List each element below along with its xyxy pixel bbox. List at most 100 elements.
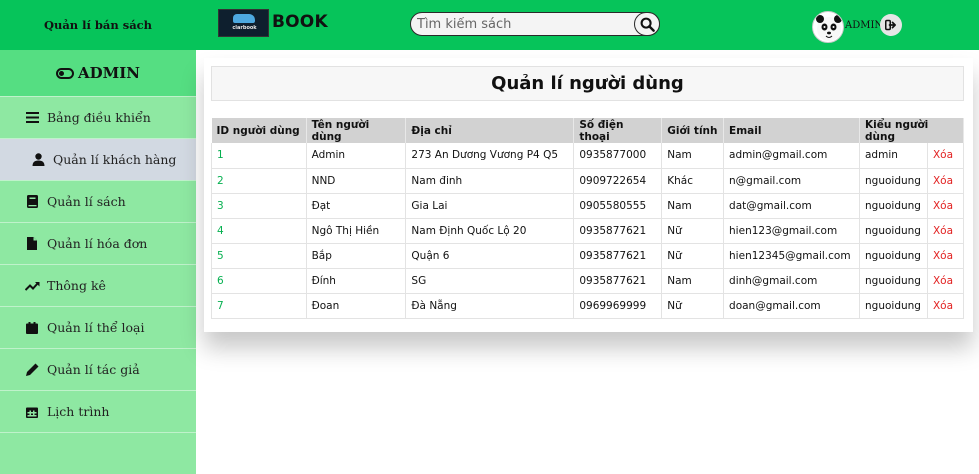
user-type: nguoidung (859, 168, 928, 194)
column-header: Giới tính (661, 118, 725, 143)
user-email: hien12345@gmail.com (723, 243, 860, 269)
sidebar-item-label: Quản lí thể loại (47, 320, 145, 335)
panda-avatar-icon (816, 15, 842, 41)
user-type: admin (859, 143, 928, 169)
user-name: Admin (306, 143, 407, 169)
logo-word[interactable]: BOOK (272, 12, 328, 32)
user-phone: 0969969999 (573, 293, 663, 319)
user-email: dat@gmail.com (723, 193, 860, 219)
delete-link[interactable]: Xóa (927, 293, 965, 319)
toggle-icon (56, 67, 74, 79)
column-header: Tên người dùng (306, 118, 407, 143)
sidebar-item-statistics[interactable]: Thông kê (0, 264, 196, 306)
table-row: 7 Đoan Đà Nẵng 0969969999 Nữ doan@gmail.… (211, 293, 965, 319)
sidebar: ADMIN Bảng điều khiển Quản lí khách hàng… (0, 50, 196, 474)
trend-up-icon (24, 278, 40, 294)
column-header: Địa chỉ (405, 118, 575, 143)
sidebar-heading-label: ADMIN (78, 64, 140, 82)
avatar[interactable] (812, 11, 844, 43)
user-gender: Nữ (661, 218, 725, 244)
main-panel: Quản lí người dùng ID người dùng Tên ngư… (204, 58, 973, 332)
user-name: Đính (306, 268, 407, 294)
user-email: admin@gmail.com (723, 143, 860, 169)
search-input[interactable] (417, 15, 627, 33)
user-email: n@gmail.com (723, 168, 860, 194)
user-phone: 0909722654 (573, 168, 663, 194)
table-row: 1 Admin 273 An Dương Vương P4 Q5 0935877… (211, 143, 965, 169)
sidebar-item-label: Thông kê (47, 278, 106, 293)
user-type: nguoidung (859, 268, 928, 294)
logout-icon (885, 19, 896, 31)
user-phone: 0935877621 (573, 268, 663, 294)
sidebar-item-invoices[interactable]: Quản lí hóa đơn (0, 222, 196, 264)
user-id: 5 (211, 243, 307, 269)
user-address: SG (405, 268, 575, 294)
search-button[interactable] (634, 12, 660, 36)
user-phone: 0935877621 (573, 218, 663, 244)
table-row: 6 Đính SG 0935877621 Nam dinh@gmail.com … (211, 268, 965, 294)
car-icon (233, 14, 255, 23)
user-id: 4 (211, 218, 307, 244)
sidebar-item-label: Quản lí tác giả (47, 362, 140, 377)
delete-link[interactable]: Xóa (927, 243, 965, 269)
user-gender: Nam (661, 268, 725, 294)
logo-image[interactable]: clarbook (218, 9, 269, 37)
user-phone: 0935877621 (573, 243, 663, 269)
user-name: Ngô Thị Hiền (306, 218, 407, 244)
sidebar-item-schedule[interactable]: Lịch trình (0, 390, 196, 432)
user-id: 7 (211, 293, 307, 319)
user-name: Bắp (306, 243, 407, 269)
user-phone: 0905580555 (573, 193, 663, 219)
sidebar-item-label: Quản lí khách hàng (53, 152, 177, 167)
column-header: Kiểu người dùng (859, 118, 964, 143)
delete-link[interactable]: Xóa (927, 168, 965, 194)
user-gender: Nữ (661, 293, 725, 319)
table-row: 5 Bắp Quận 6 0935877621 Nữ hien12345@gma… (211, 243, 965, 269)
user-address: Nam đinh (405, 168, 575, 194)
table-row: 4 Ngô Thị Hiền Nam Định Quốc Lộ 20 09358… (211, 218, 965, 244)
delete-link[interactable]: Xóa (927, 143, 965, 169)
user-address: Gia Lai (405, 193, 575, 219)
delete-link[interactable]: Xóa (927, 193, 965, 219)
user-email: doan@gmail.com (723, 293, 860, 319)
user-id: 6 (211, 268, 307, 294)
sidebar-item-label: Lịch trình (47, 404, 110, 419)
user-gender: Nam (661, 193, 725, 219)
user-gender: Khác (661, 168, 725, 194)
user-address: Quận 6 (405, 243, 575, 269)
top-bar: Quản lí bán sách clarbook BOOK ADMIN (0, 0, 979, 50)
column-header: Số điện thoại (573, 118, 663, 143)
users-table: ID người dùng Tên người dùng Địa chỉ Số … (211, 118, 965, 319)
sidebar-item-books[interactable]: Quản lí sách (0, 180, 196, 222)
user-type: nguoidung (859, 293, 928, 319)
sidebar-item-label: Quản lí hóa đơn (47, 236, 148, 251)
user-address: Đà Nẵng (405, 293, 575, 319)
folder-icon (24, 320, 40, 336)
user-name: Đoan (306, 293, 407, 319)
user-address: 273 An Dương Vương P4 Q5 (405, 143, 575, 169)
table-row: 2 NND Nam đinh 0909722654 Khác n@gmail.c… (211, 168, 965, 194)
app-title: Quản lí bán sách (43, 18, 153, 32)
sidebar-item-dashboard[interactable]: Bảng điều khiển (0, 96, 196, 138)
logout-button[interactable] (880, 14, 902, 36)
menu-icon (24, 110, 40, 126)
sidebar-item-customers[interactable]: Quản lí khách hàng (0, 138, 196, 180)
page-title: Quản lí người dùng (211, 66, 964, 101)
user-label: ADMIN (845, 20, 884, 31)
delete-link[interactable]: Xóa (927, 218, 965, 244)
sidebar-item-authors[interactable]: Quản lí tác giả (0, 348, 196, 390)
column-header: ID người dùng (211, 118, 307, 143)
table-row: 3 Đạt Gia Lai 0905580555 Nam dat@gmail.c… (211, 193, 965, 219)
delete-link[interactable]: Xóa (927, 268, 965, 294)
pencil-icon (24, 362, 40, 378)
sidebar-empty-row (0, 432, 196, 474)
user-gender: Nữ (661, 243, 725, 269)
user-email: hien123@gmail.com (723, 218, 860, 244)
column-header: Email (723, 118, 860, 143)
sidebar-item-label: Bảng điều khiển (47, 110, 151, 125)
user-type: nguoidung (859, 193, 928, 219)
sidebar-heading: ADMIN (0, 50, 196, 96)
sidebar-item-categories[interactable]: Quản lí thể loại (0, 306, 196, 348)
user-name: Đạt (306, 193, 407, 219)
book-icon (24, 194, 40, 210)
